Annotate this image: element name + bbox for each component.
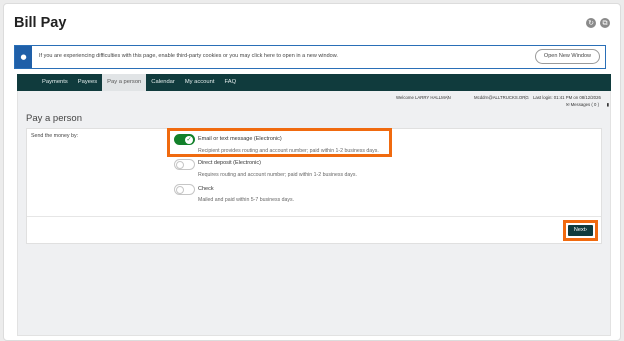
notice-text[interactable]: If you are experiencing difficulties wit… — [39, 53, 338, 59]
send-money-label: Send the money by: — [31, 133, 79, 139]
header-icons: ↻ ⧉ — [586, 18, 610, 28]
last-login: Last login: 01:41 PM on 08/12/2026 — [533, 95, 601, 100]
option-title: Check — [198, 186, 214, 192]
chat-icon[interactable]: ▮ — [607, 102, 609, 108]
open-new-window-button[interactable]: Open New Window — [534, 49, 600, 64]
info-icon: ● — [15, 46, 32, 68]
selected-option-highlight — [167, 128, 392, 157]
option-desc: Requires routing and account number; pai… — [198, 172, 357, 178]
envelope-icon: ✉ — [565, 102, 570, 107]
nav-item-payments[interactable]: Payments — [37, 74, 73, 91]
nav-item-pay-a-person[interactable]: Pay a person — [102, 74, 147, 91]
page-title: Bill Pay — [14, 15, 67, 31]
toggle-direct-deposit[interactable] — [174, 159, 195, 170]
main-nav: Payments Payees Pay a person Calendar My… — [17, 74, 611, 91]
nav-item-payees[interactable]: Payees — [73, 74, 102, 91]
meta-separator: | — [525, 95, 527, 100]
cookie-notice: ● If you are experiencing difficulties w… — [14, 45, 606, 69]
divider — [27, 216, 601, 217]
user-email: Mcddrn@ALLTRUCKS.ORG — [474, 95, 529, 100]
toggle-check[interactable] — [174, 184, 195, 195]
option-desc: Mailed and paid within 5-7 business days… — [198, 197, 295, 203]
nav-item-faq[interactable]: FAQ — [219, 74, 241, 91]
popout-icon[interactable]: ⧉ — [600, 18, 610, 28]
next-button-highlight — [563, 220, 598, 241]
meta-separator: | — [447, 95, 449, 100]
welcome-text: Welcome LARRY HALLMAN — [396, 95, 451, 100]
messages-label: Messages ( 0 ) — [570, 102, 599, 107]
nav-item-calendar[interactable]: Calendar — [146, 74, 180, 91]
nav-item-my-account[interactable]: My account — [180, 74, 220, 91]
option-title: Direct deposit (Electronic) — [198, 160, 261, 166]
messages-link[interactable]: ✉ Messages ( 0 ) — [566, 102, 599, 108]
section-title: Pay a person — [26, 113, 82, 124]
refresh-icon[interactable]: ↻ — [586, 18, 596, 28]
